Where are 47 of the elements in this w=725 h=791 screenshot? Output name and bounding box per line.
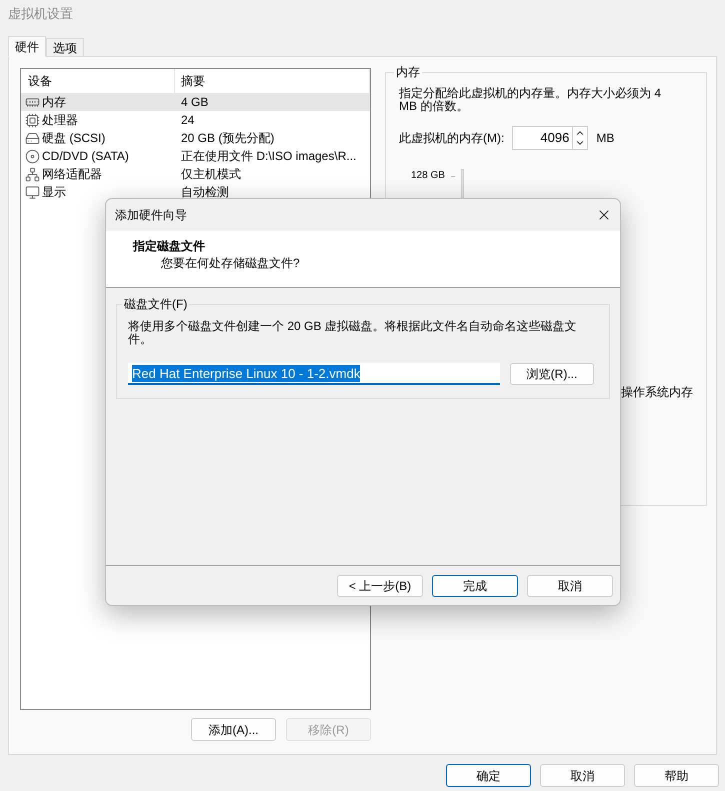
device-name: 内存 xyxy=(42,94,66,111)
window-title: 虚拟机设置 xyxy=(8,5,73,24)
group-title: 磁盘文件(F) xyxy=(122,296,190,312)
memory-label: 此虚拟机的内存(M): xyxy=(399,130,504,147)
browse-button[interactable]: 浏览(R)... xyxy=(510,363,594,385)
dialog-button[interactable]: 确定 xyxy=(446,764,531,787)
device-row[interactable]: CD/DVD (SATA) 正在使用文件 D:\ISO images\R... xyxy=(21,147,370,165)
step-heading: 指定磁盘文件 xyxy=(133,238,206,254)
hard-drive-icon xyxy=(25,130,40,146)
disc-icon xyxy=(25,148,40,164)
dialog-title: 添加硬件向导 xyxy=(115,207,187,224)
chip-icon xyxy=(25,112,40,128)
device-row[interactable]: 处理器 24 xyxy=(21,111,370,129)
dialog-button[interactable]: 取消 xyxy=(540,764,625,787)
device-row[interactable]: 网络适配器 仅主机模式 xyxy=(21,165,370,183)
tab[interactable]: 选项 xyxy=(46,38,84,57)
device-row[interactable]: 硬盘 (SCSI) 20 GB (预先分配) xyxy=(21,129,370,147)
partial-label: 操作系统内存 xyxy=(621,384,693,401)
dialog-button[interactable]: 完成 xyxy=(432,574,518,596)
tab[interactable]: 硬件 xyxy=(8,36,46,57)
network-icon xyxy=(25,166,40,182)
list-action-button[interactable]: 添加(A)... xyxy=(191,718,276,741)
device-summary: 自动检测 xyxy=(180,184,229,201)
device-name: 处理器 xyxy=(42,112,78,129)
disk-info: 将使用多个磁盘文件创建一个 20 GB 虚拟磁盘。将根据此文件名自动命名这些磁盘文件。 xyxy=(128,320,578,346)
device-summary: 正在使用文件 D:\ISO images\R... xyxy=(180,148,356,165)
device-name: 网络适配器 xyxy=(42,166,102,183)
device-row[interactable]: 显示 自动检测 xyxy=(21,183,370,201)
monitor-icon xyxy=(25,184,40,200)
device-summary: 4 GB xyxy=(180,94,208,111)
dialog-button[interactable]: 帮助 xyxy=(634,764,719,787)
device-row[interactable]: 内存 4 GB xyxy=(21,93,370,111)
dialog-button[interactable]: < 上一步(B) xyxy=(337,574,423,596)
step-subheading: 您要在何处存储磁盘文件? xyxy=(160,255,301,271)
file-name-field[interactable]: Red Hat Enterprise Linux 10 - 1-2.vmdk xyxy=(128,363,500,385)
device-name: CD/DVD (SATA) xyxy=(42,148,129,165)
device-summary: 仅主机模式 xyxy=(180,166,241,183)
dialog-button[interactable]: 取消 xyxy=(527,574,613,596)
device-name: 显示 xyxy=(42,184,66,201)
slider-tick-label: 128 GB xyxy=(411,170,445,182)
device-summary: 20 GB (预先分配) xyxy=(180,130,274,147)
device-name: 硬盘 (SCSI) xyxy=(42,130,106,147)
memory-spinner[interactable]: 4096 xyxy=(512,126,588,150)
memory-description: 指定分配给此虚拟机的内存量。内存大小必须为 4 MB 的倍数。 xyxy=(399,87,662,113)
unit-label: MB xyxy=(596,130,614,147)
group-title: 内存 xyxy=(394,64,422,80)
device-summary: 24 xyxy=(180,112,194,129)
